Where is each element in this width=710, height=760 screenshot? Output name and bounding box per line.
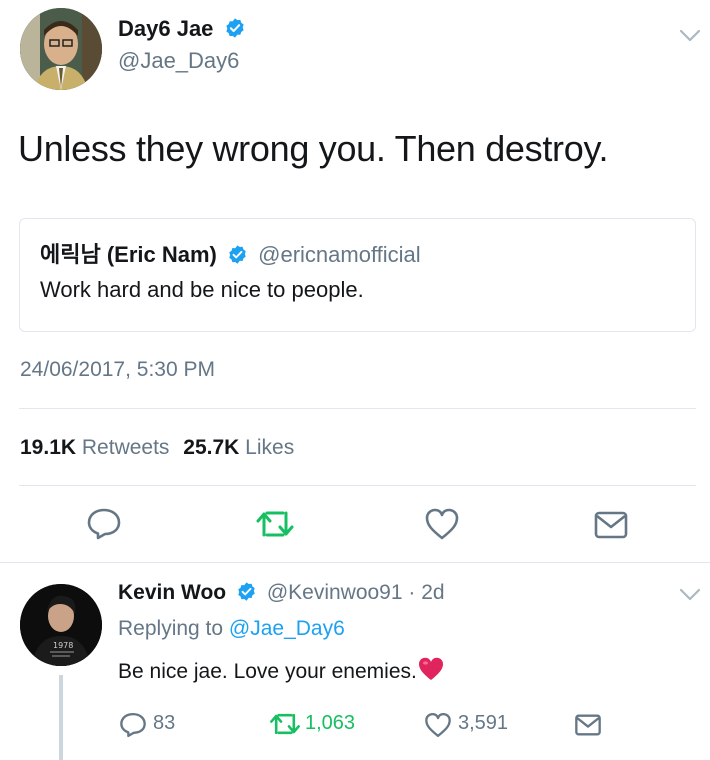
direct-message-icon[interactable]	[593, 510, 629, 540]
like-icon[interactable]	[424, 711, 452, 739]
separator-dot: ·	[408, 581, 416, 604]
retweet-count: 1,063	[305, 712, 356, 734]
verified-badge-icon	[238, 582, 255, 601]
quoted-tweet-text: Work hard and be nice to people.	[40, 277, 364, 302]
likes-label: Likes	[245, 436, 295, 459]
avatar-day6-jae[interactable]	[20, 8, 102, 90]
svg-text:1978: 1978	[53, 641, 73, 650]
reply-age[interactable]: 2d	[421, 581, 444, 604]
like-count: 3,591	[458, 712, 509, 734]
divider	[0, 562, 710, 563]
reply-display-name[interactable]: Kevin Woo	[118, 581, 226, 604]
reply-icon[interactable]	[86, 507, 122, 541]
verified-badge-icon	[229, 245, 246, 264]
tweet-timestamp[interactable]: 24/06/2017, 5:30 PM	[20, 358, 215, 382]
likes-count: 25.7K	[183, 436, 240, 459]
like-icon[interactable]	[424, 507, 460, 541]
replying-to-link[interactable]: @Jae_Day6	[229, 617, 345, 640]
likes-stat[interactable]: 25.7K Likes	[183, 436, 294, 459]
reply-text: Be nice jae. Love your enemies.	[118, 660, 417, 683]
retweets-label: Retweets	[81, 436, 170, 459]
retweet-icon[interactable]	[269, 712, 301, 736]
divider	[19, 408, 696, 409]
reply-thread-line	[59, 675, 63, 760]
handle[interactable]: @Jae_Day6	[118, 48, 239, 74]
replying-to-label: Replying to	[118, 617, 224, 640]
verified-badge-icon	[225, 18, 244, 38]
heart-emoji-icon	[418, 658, 443, 681]
divider	[19, 485, 696, 486]
retweet-icon[interactable]	[255, 509, 295, 539]
reply-count: 83	[153, 712, 176, 734]
chevron-down-icon[interactable]	[679, 588, 701, 602]
tweet-text: Unless they wrong you. Then destroy.	[18, 128, 609, 169]
direct-message-icon[interactable]	[574, 713, 602, 737]
quoted-handle: @ericnamofficial	[258, 242, 421, 267]
chevron-down-icon[interactable]	[679, 29, 701, 43]
reply-handle[interactable]: @Kevinwoo91	[267, 581, 403, 604]
quoted-tweet-card[interactable]: 에릭남 (Eric Nam) @ericnamofficial Work har…	[19, 218, 696, 332]
retweets-count: 19.1K	[20, 436, 77, 459]
avatar-kevin-woo[interactable]: 1978	[20, 584, 102, 666]
display-name[interactable]: Day6 Jae	[118, 16, 213, 41]
quoted-display-name: 에릭남 (Eric Nam)	[40, 242, 217, 267]
retweets-stat[interactable]: 19.1K Retweets	[20, 436, 175, 459]
reply-icon[interactable]	[119, 711, 147, 739]
